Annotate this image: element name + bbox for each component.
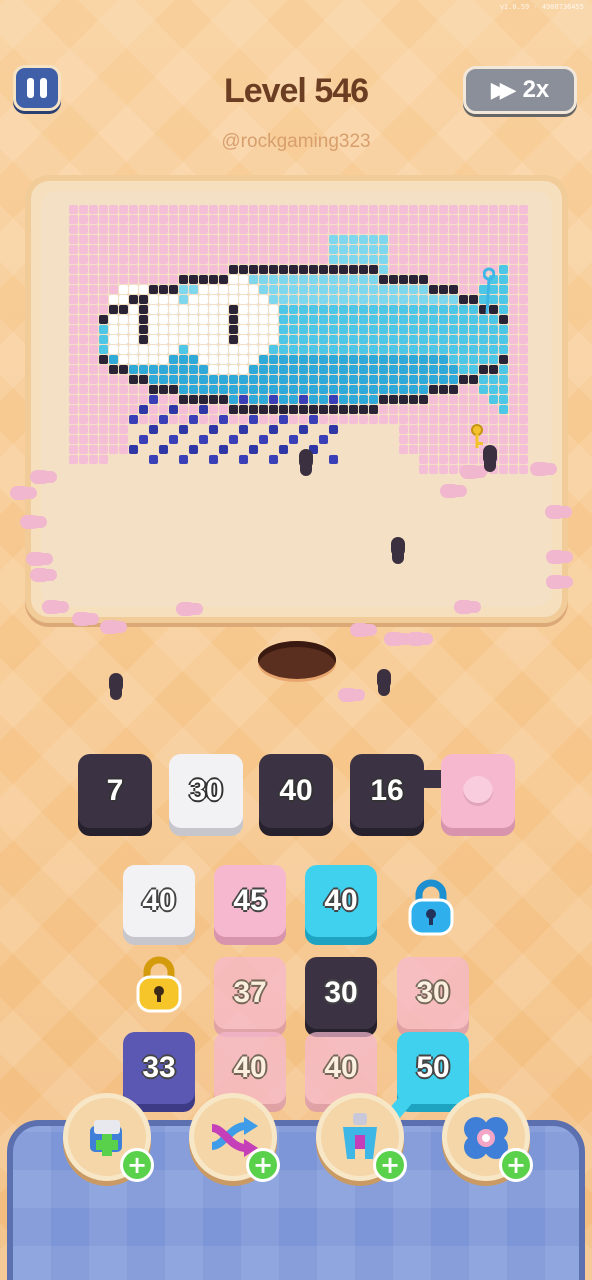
target-booster[interactable]: + <box>442 1093 533 1182</box>
tile[interactable]: 33 <box>123 1032 195 1104</box>
fast-forward-icon: ▶▶ <box>490 77 517 103</box>
ant <box>483 445 497 465</box>
ant <box>109 673 123 693</box>
ant-hole <box>258 641 336 679</box>
plus-icon: + <box>246 1148 280 1182</box>
queue-slot[interactable]: 16 <box>350 754 424 828</box>
watermark: @rockgaming323 <box>221 131 371 152</box>
ant <box>460 465 480 479</box>
queue-slot[interactable]: 40 <box>259 754 333 828</box>
ant <box>10 486 30 500</box>
ant <box>454 600 474 614</box>
plus-icon: + <box>373 1148 407 1182</box>
puzzle-board <box>25 175 568 623</box>
queue-slot[interactable]: 30 <box>169 754 243 828</box>
queue-slot-pink[interactable] <box>441 754 515 828</box>
ant <box>350 623 370 637</box>
plus-icon: + <box>499 1148 533 1182</box>
add-slot-booster[interactable]: + <box>63 1093 154 1182</box>
ant <box>440 484 460 498</box>
version-text: v1.0.59 - 4908736455 <box>499 3 584 11</box>
ant <box>530 462 550 476</box>
ant <box>545 505 565 519</box>
pink-knob-icon <box>463 776 493 806</box>
ant <box>384 632 404 646</box>
ant <box>100 620 120 634</box>
plus-icon: + <box>120 1148 154 1182</box>
ant <box>30 470 50 484</box>
queue-slot[interactable]: 7 <box>78 754 152 828</box>
ant <box>406 632 426 646</box>
speed-button[interactable]: ▶▶ 2x <box>463 66 577 114</box>
padlock-icon[interactable] <box>134 955 184 1013</box>
hook-icon <box>483 267 495 315</box>
ant <box>72 612 92 626</box>
ant <box>546 550 566 564</box>
tile[interactable]: 30 <box>305 957 377 1029</box>
ant <box>26 552 46 566</box>
tile[interactable]: 45 <box>214 865 286 937</box>
ant <box>377 669 391 689</box>
shuffle-booster[interactable]: + <box>189 1093 280 1182</box>
speed-label: 2x <box>522 76 550 103</box>
tile[interactable]: 30 <box>397 957 469 1029</box>
ant <box>30 568 50 582</box>
ant <box>338 688 358 702</box>
ant <box>176 602 196 616</box>
magnet-booster[interactable]: + <box>316 1093 407 1182</box>
ant <box>20 515 40 529</box>
tile[interactable]: 40 <box>123 865 195 937</box>
ant <box>299 449 313 469</box>
padlock-icon[interactable] <box>406 878 456 936</box>
tile[interactable]: 40 <box>305 865 377 937</box>
ant <box>391 537 405 557</box>
ant <box>546 575 566 589</box>
key-icon <box>471 424 483 448</box>
tile[interactable]: 37 <box>214 957 286 1029</box>
ant <box>42 600 62 614</box>
